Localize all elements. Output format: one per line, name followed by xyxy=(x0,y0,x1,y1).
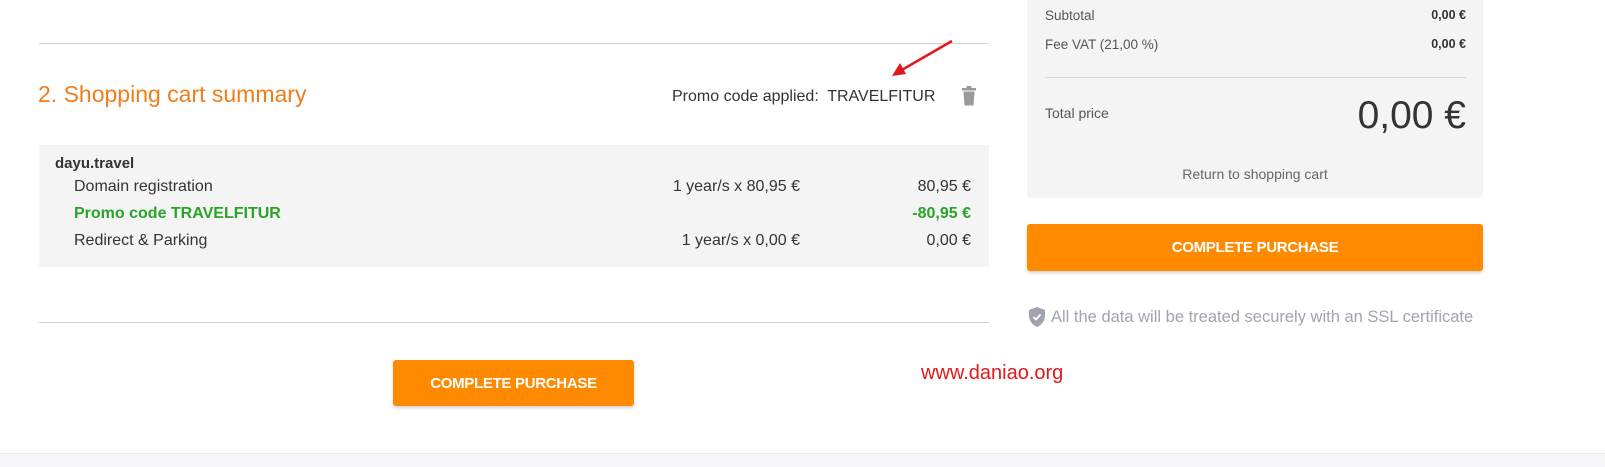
total-price-label: Total price xyxy=(1045,105,1109,121)
summary-divider xyxy=(1045,77,1466,78)
promo-applied-code: TRAVELFITUR xyxy=(827,88,936,105)
promo-applied-label: Promo code applied: xyxy=(672,88,819,105)
cart-line-promo: Promo code TRAVELFITUR -80,95 € xyxy=(39,205,989,225)
vat-label: Fee VAT (21,00 %) xyxy=(1045,37,1159,52)
ssl-note-text: All the data will be treated securely wi… xyxy=(1051,307,1474,326)
cart-line-amount: 80,95 € xyxy=(917,178,971,195)
total-price-value: 0,00 € xyxy=(1357,94,1466,137)
vat-row: Fee VAT (21,00 %) 0,00 € xyxy=(1045,37,1466,52)
footer-band xyxy=(0,453,1605,467)
order-summary-panel: Subtotal 0,00 € Fee VAT (21,00 %) 0,00 €… xyxy=(1027,0,1483,198)
subtotal-label: Subtotal xyxy=(1045,8,1095,23)
cart-line-description: Redirect & Parking xyxy=(74,232,208,249)
cart-line-amount: 0,00 € xyxy=(926,232,971,249)
cart-line-amount: -80,95 € xyxy=(912,205,971,222)
shield-check-icon xyxy=(1029,307,1045,327)
watermark-text: www.daniao.org xyxy=(921,362,1064,384)
promo-code-applied: Promo code applied: TRAVELFITUR xyxy=(672,88,935,106)
section-title: 2. Shopping cart summary xyxy=(38,81,307,107)
trash-icon[interactable] xyxy=(961,86,977,106)
cart-domain-name: dayu.travel xyxy=(55,155,135,172)
cart-line: Domain registration 1 year/s x 80,95 € 8… xyxy=(39,178,989,198)
top-divider xyxy=(39,43,989,44)
cart-line-description: Promo code TRAVELFITUR xyxy=(74,205,281,222)
vat-value: 0,00 € xyxy=(1431,37,1466,51)
red-arrow-annotation xyxy=(892,39,953,76)
cart-line: Redirect & Parking 1 year/s x 0,00 € 0,0… xyxy=(39,232,989,252)
ssl-security-note: All the data will be treated securely wi… xyxy=(1029,307,1473,327)
cart-line-quantity: 1 year/s x 80,95 € xyxy=(672,178,800,195)
subtotal-value: 0,00 € xyxy=(1431,8,1466,22)
return-to-cart-link[interactable]: Return to shopping cart xyxy=(1027,166,1483,182)
complete-purchase-side-button[interactable]: COMPLETE PURCHASE xyxy=(1027,224,1483,271)
bottom-divider xyxy=(39,322,989,323)
cart-line-quantity: 1 year/s x 0,00 € xyxy=(681,232,800,249)
cart-line-description: Domain registration xyxy=(74,178,213,195)
complete-purchase-button[interactable]: COMPLETE PURCHASE xyxy=(393,360,634,406)
subtotal-row: Subtotal 0,00 € xyxy=(1045,8,1466,23)
cart-items-box: dayu.travel Domain registration 1 year/s… xyxy=(39,145,989,267)
